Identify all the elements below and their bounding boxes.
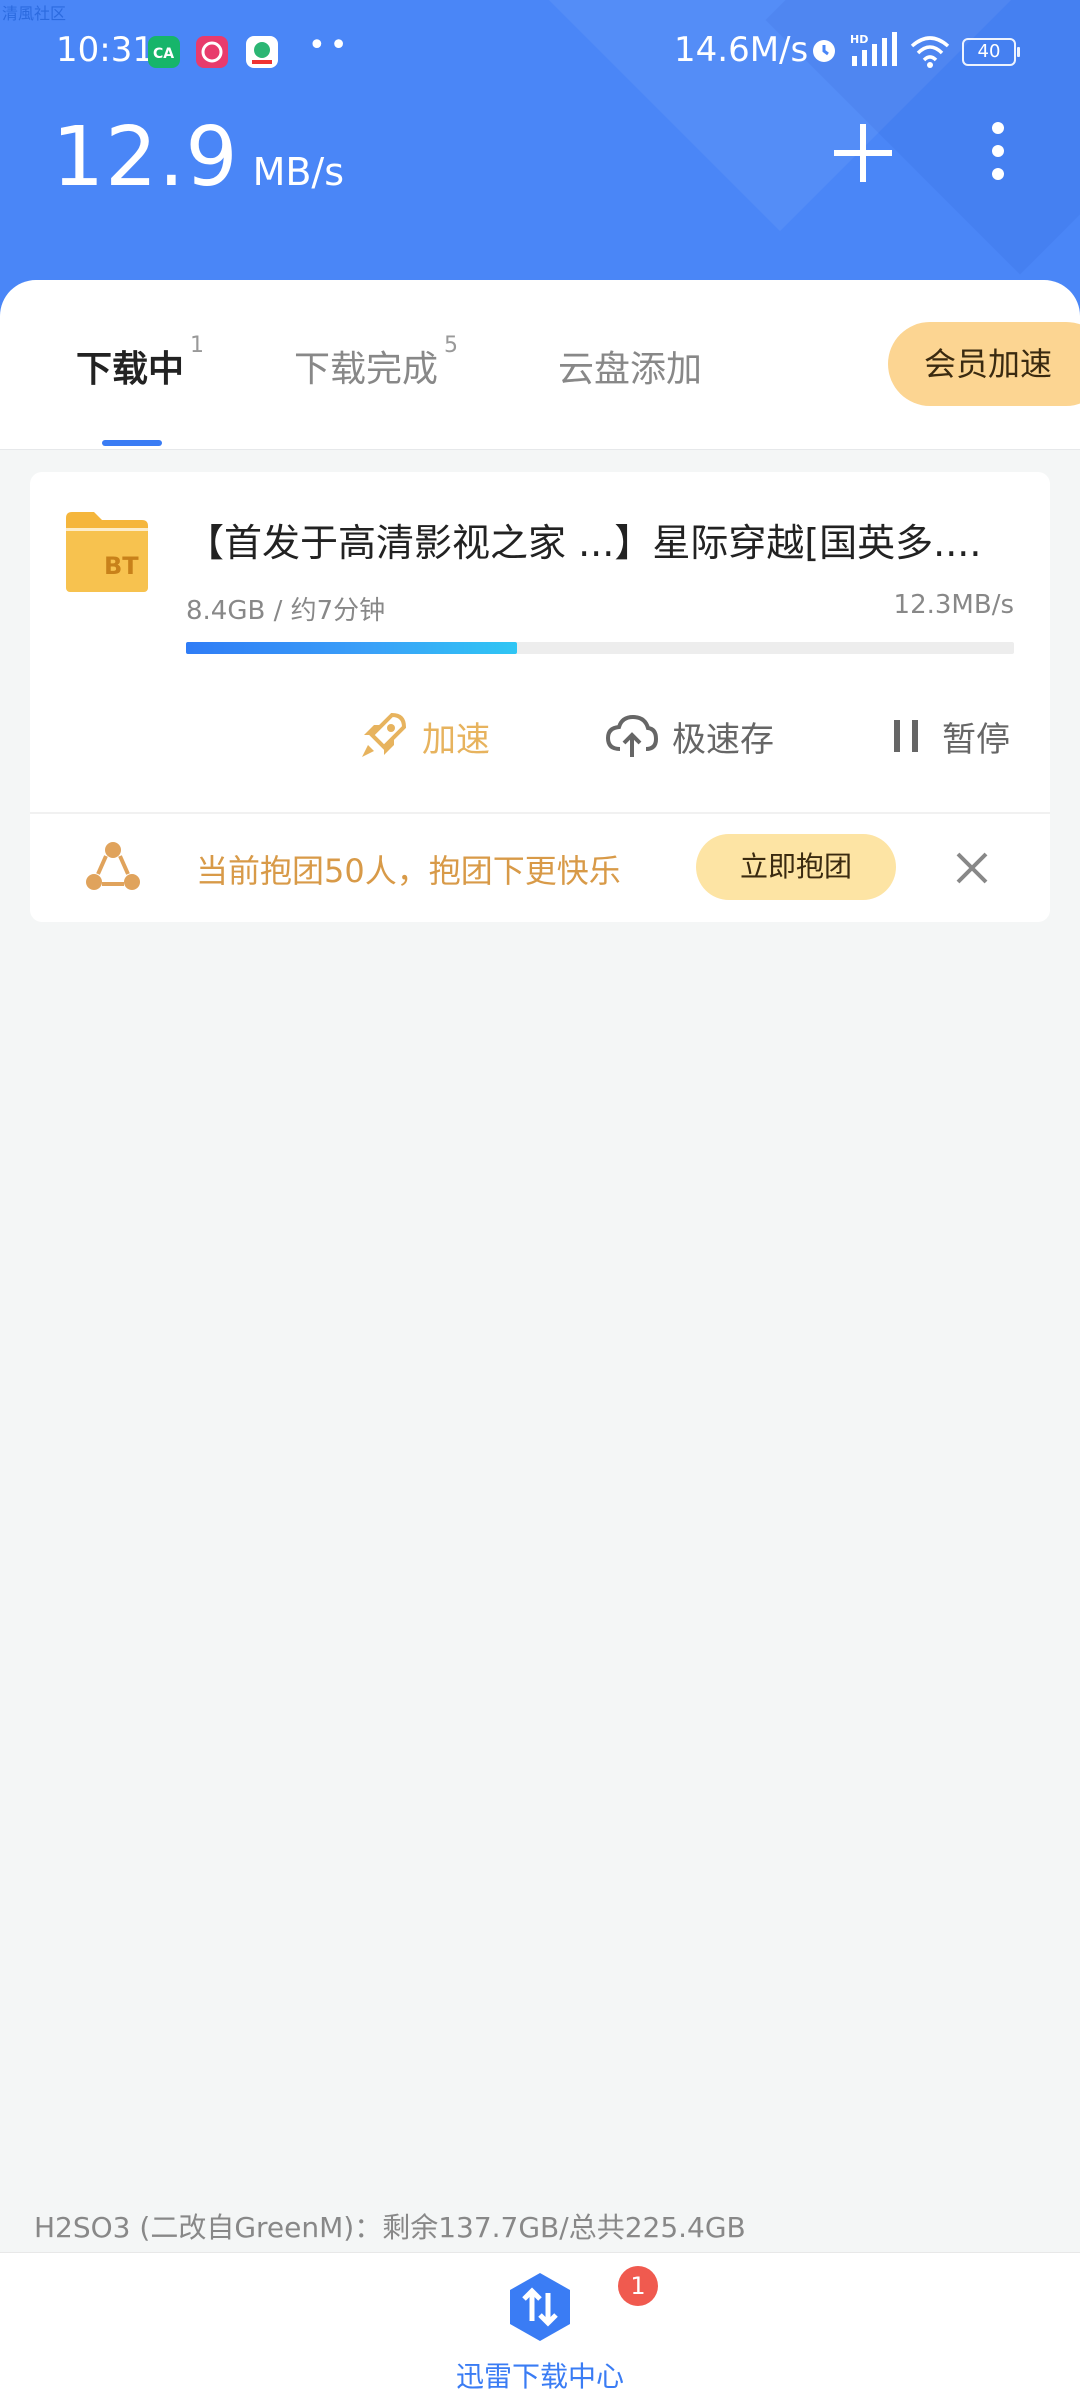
more-menu-button[interactable]	[978, 118, 1018, 188]
group-promo-text: 当前抱团50人，抱团下更快乐	[196, 852, 621, 890]
group-icon	[86, 842, 140, 890]
total-speed: 12.9 MB/s	[52, 110, 344, 205]
bottom-nav: 迅雷下载中心	[0, 2252, 1080, 2401]
tab-label: 下载中	[76, 349, 185, 390]
task-title: 【首发于高清影视之家 ...】星际穿越[国英多....	[186, 521, 982, 565]
nav-download-center[interactable]: 迅雷下载中心	[440, 2271, 640, 2393]
fast-save-button[interactable]: 极速存	[606, 706, 774, 766]
progress-fill	[186, 642, 518, 654]
app-notification-icon: CA	[148, 36, 180, 68]
pause-icon	[894, 720, 918, 752]
signal-icon: HD	[850, 32, 897, 66]
join-group-button[interactable]: 立即抱团	[696, 834, 896, 900]
app-notification-icon	[196, 36, 228, 68]
status-time: 10:31	[56, 30, 154, 70]
bt-folder-icon: BT	[66, 512, 148, 592]
svg-text:BT: BT	[104, 552, 139, 580]
download-task-card[interactable]: BT 【首发于高清影视之家 ...】星际穿越[国英多.... 8.4GB / 约…	[30, 472, 1050, 922]
download-center-icon	[510, 2273, 570, 2341]
svg-text:CA: CA	[153, 46, 174, 62]
wifi-icon	[910, 36, 950, 68]
tab-label: 云盘添加	[558, 349, 703, 390]
boost-button[interactable]: 加速	[358, 706, 490, 766]
speed-value: 12.9	[52, 110, 239, 205]
vip-boost-button[interactable]: 会员加速	[888, 322, 1080, 406]
nav-label: 迅雷下载中心	[455, 2360, 624, 2393]
notification-badge: 1	[618, 2266, 658, 2306]
alarm-icon	[813, 40, 835, 62]
tab-count: 1	[190, 333, 205, 358]
task-speed: 12.3MB/s	[893, 590, 1014, 620]
tab-active-indicator	[102, 440, 162, 446]
storage-info: H2SO3 (二改自GreenM)：剩余137.7GB/总共225.4GB	[34, 2211, 746, 2244]
tab-label: 下载完成	[294, 349, 439, 390]
speed-unit: MB/s	[252, 150, 345, 194]
rocket-icon	[362, 712, 407, 757]
cloud-upload-icon	[606, 714, 658, 757]
tab-downloading[interactable]: 下载中1	[76, 333, 204, 392]
battery-indicator: 40	[962, 38, 1020, 66]
fast-save-label: 极速存	[672, 719, 774, 760]
close-icon[interactable]	[948, 844, 996, 892]
divider	[0, 449, 1080, 450]
task-size-eta: 8.4GB / 约7分钟	[186, 596, 386, 626]
divider	[30, 812, 1050, 814]
svg-text:HD: HD	[850, 33, 868, 46]
status-bar: 10:31 CA •• 14.6M/s HD 40	[0, 0, 1080, 100]
tab-count: 5	[444, 333, 459, 358]
boost-label: 加速	[422, 719, 490, 760]
more-notifications-icon: ••	[308, 28, 352, 63]
add-task-button[interactable]	[828, 118, 898, 188]
pause-button[interactable]: 暂停	[888, 706, 1010, 766]
app-notification-icon	[246, 36, 278, 68]
progress-bar	[186, 642, 1014, 654]
tab-cloud-add[interactable]: 云盘添加	[558, 340, 702, 392]
tab-completed[interactable]: 下载完成5	[294, 333, 458, 392]
pause-label: 暂停	[942, 719, 1010, 760]
network-speed: 14.6M/s	[674, 30, 809, 70]
